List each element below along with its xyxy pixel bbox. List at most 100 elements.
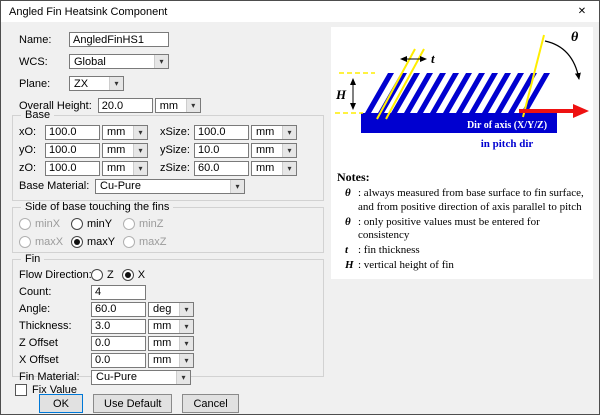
note-t: t : fin thickness <box>337 244 589 258</box>
count-row: Count: <box>19 284 317 300</box>
yo-label: yO: <box>19 144 45 156</box>
dropdown-arrow-icon: ▾ <box>230 180 244 193</box>
overall-height-unit-select[interactable]: mm ▾ <box>155 98 201 113</box>
t-label: t <box>431 51 435 66</box>
axis-caption-line1: Dir of axis (X/Y/Z) <box>467 120 547 131</box>
z-offset-label: Z Offset <box>19 337 91 349</box>
note-theta-1: θ : always measured from base surface to… <box>337 187 589 215</box>
wcs-select[interactable]: Global ▾ <box>69 54 169 69</box>
note-theta-2: θ : only positive values must be entered… <box>337 216 589 244</box>
dropdown-arrow-icon: ▾ <box>109 77 123 90</box>
base-material-select[interactable]: Cu-Pure ▾ <box>95 179 245 194</box>
axis-caption-line2: in pitch dir <box>481 138 534 150</box>
radio-icon <box>91 269 103 281</box>
x-offset-input[interactable] <box>91 353 146 368</box>
ysize-unit-select[interactable]: mm ▾ <box>251 143 297 158</box>
thickness-unit-select[interactable]: mm ▾ <box>148 319 194 334</box>
dropdown-arrow-icon: ▾ <box>179 303 193 316</box>
radio-icon <box>71 236 83 248</box>
angle-label: Angle: <box>19 303 91 315</box>
dropdown-arrow-icon: ▾ <box>282 144 296 157</box>
base-group-title: Base <box>21 109 54 121</box>
dropdown-arrow-icon: ▾ <box>186 99 200 112</box>
side-group: Side of base touching the fins minX minY… <box>12 207 324 253</box>
angled-fin-heatsink-dialog: Angled Fin Heatsink Component ✕ Name: WC… <box>0 0 600 415</box>
fin-diagram: H t θ Dir of axis (X/Y/Z) in pitch dir <box>331 27 593 165</box>
zsize-unit-select[interactable]: mm ▾ <box>251 161 297 176</box>
flow-option-z[interactable]: Z <box>91 269 114 281</box>
zo-input[interactable] <box>45 161 100 176</box>
zsize-label: zSize: <box>160 162 194 174</box>
z-offset-input[interactable] <box>91 336 146 351</box>
radio-icon <box>123 218 135 230</box>
flow-direction-row: Flow Direction: Z X <box>19 267 317 283</box>
angle-input[interactable] <box>91 302 146 317</box>
ok-button[interactable]: OK <box>39 394 83 413</box>
side-option-maxz[interactable]: maxZ <box>123 236 167 248</box>
plane-row: Plane: ZX ▾ <box>19 75 124 92</box>
note-h: H : vertical height of fin <box>337 259 589 273</box>
xsize-label: xSize: <box>160 126 194 138</box>
radio-icon <box>19 236 31 248</box>
xsize-input[interactable] <box>194 125 249 140</box>
xo-unit-select[interactable]: mm ▾ <box>102 125 148 140</box>
count-input[interactable] <box>91 285 146 300</box>
wcs-row: WCS: Global ▾ <box>19 53 169 70</box>
use-default-button[interactable]: Use Default <box>93 394 172 413</box>
side-option-minx[interactable]: minX <box>19 218 63 230</box>
fin-material-select[interactable]: Cu-Pure ▾ <box>91 370 191 385</box>
z-offset-row: Z Offset mm ▾ <box>19 335 317 351</box>
base-material-label: Base Material: <box>19 180 95 192</box>
ysize-input[interactable] <box>194 143 249 158</box>
base-y-row: yO: mm ▾ ySize: mm ▾ <box>19 142 317 158</box>
name-input[interactable] <box>69 32 169 47</box>
xsize-unit-select[interactable]: mm ▾ <box>251 125 297 140</box>
yo-input[interactable] <box>45 143 100 158</box>
button-row: OK Use Default Cancel <box>39 394 239 413</box>
radio-icon <box>71 218 83 230</box>
flow-direction-label: Flow Direction: <box>19 269 91 281</box>
dropdown-arrow-icon: ▾ <box>154 55 168 68</box>
overall-height-input[interactable] <box>98 98 153 113</box>
fin-group-title: Fin <box>21 253 44 265</box>
base-group: Base xO: mm ▾ xSize: mm ▾ yO: mm ▾ <box>12 115 324 201</box>
radio-icon <box>123 236 135 248</box>
plane-label: Plane: <box>19 78 69 90</box>
cancel-button[interactable]: Cancel <box>182 394 238 413</box>
x-offset-unit-select[interactable]: mm ▾ <box>148 353 194 368</box>
z-offset-unit-select[interactable]: mm ▾ <box>148 336 194 351</box>
dropdown-arrow-icon: ▾ <box>282 162 296 175</box>
thickness-row: Thickness: mm ▾ <box>19 318 317 334</box>
side-row-max: maxX maxY maxZ <box>19 234 317 250</box>
dropdown-arrow-icon: ▾ <box>179 337 193 350</box>
thickness-input[interactable] <box>91 319 146 334</box>
close-button[interactable]: ✕ <box>565 1 599 22</box>
dropdown-arrow-icon: ▾ <box>133 162 147 175</box>
count-label: Count: <box>19 286 91 298</box>
h-label: H <box>335 87 347 102</box>
wcs-label: WCS: <box>19 56 69 68</box>
side-option-maxx[interactable]: maxX <box>19 236 63 248</box>
zsize-input[interactable] <box>194 161 249 176</box>
dropdown-arrow-icon: ▾ <box>179 320 193 333</box>
titlebar: Angled Fin Heatsink Component ✕ <box>1 1 599 22</box>
base-material-row: Base Material: Cu-Pure ▾ <box>19 178 317 194</box>
side-option-miny[interactable]: minY <box>71 218 115 230</box>
flow-option-x[interactable]: X <box>122 269 145 281</box>
side-option-maxy[interactable]: maxY <box>71 236 115 248</box>
dropdown-arrow-icon: ▾ <box>176 371 190 384</box>
diagram-panel: H t θ Dir of axis (X/Y/Z) in pitch dir N… <box>331 27 593 279</box>
xo-label: xO: <box>19 126 45 138</box>
side-group-title: Side of base touching the fins <box>21 201 173 213</box>
zo-unit-select[interactable]: mm ▾ <box>102 161 148 176</box>
zo-label: zO: <box>19 162 45 174</box>
dropdown-arrow-icon: ▾ <box>282 126 296 139</box>
name-row: Name: <box>19 31 169 48</box>
angle-row: Angle: deg ▾ <box>19 301 317 317</box>
angle-unit-select[interactable]: deg ▾ <box>148 302 194 317</box>
side-option-minz[interactable]: minZ <box>123 218 167 230</box>
xo-input[interactable] <box>45 125 100 140</box>
yo-unit-select[interactable]: mm ▾ <box>102 143 148 158</box>
plane-select[interactable]: ZX ▾ <box>69 76 124 91</box>
theta-arc <box>545 41 579 79</box>
